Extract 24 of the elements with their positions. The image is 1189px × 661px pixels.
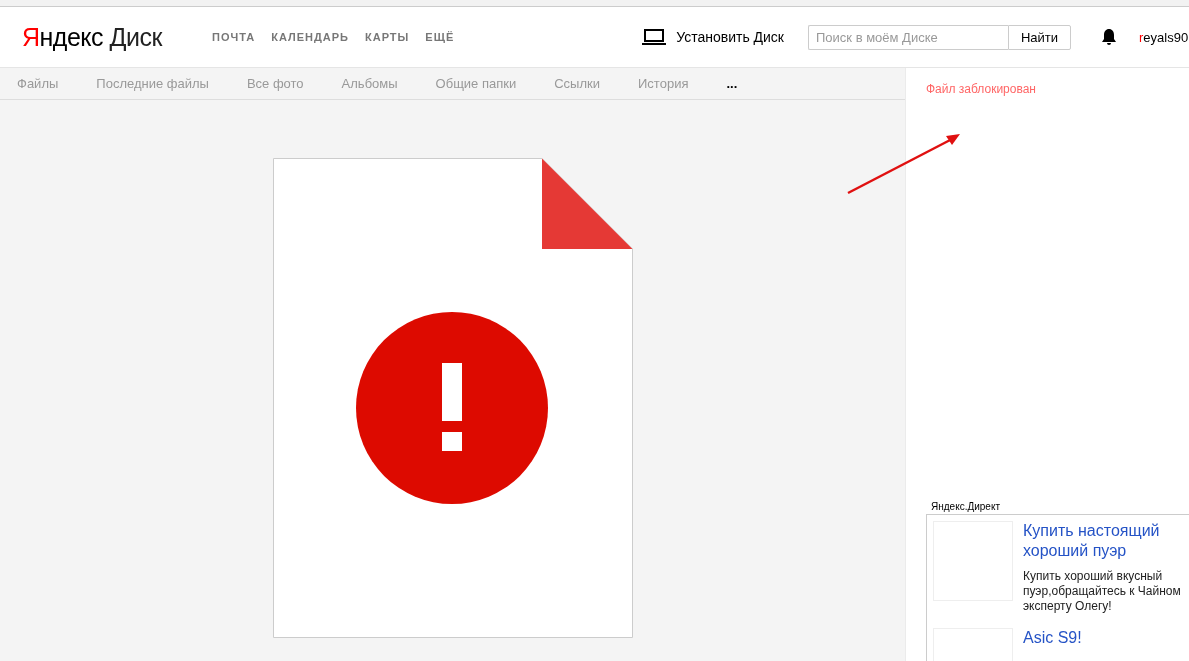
- search-field[interactable]: Поиск в моём Диске: [808, 24, 1008, 50]
- laptop-icon: [642, 29, 667, 45]
- service-link[interactable]: ПОЧТА: [212, 31, 256, 43]
- nav-tab[interactable]: Файлы: [17, 76, 59, 91]
- bell-icon[interactable]: [1101, 28, 1117, 46]
- nav-tab[interactable]: Все фото: [246, 76, 304, 91]
- logo[interactable]: Яндекс Диск: [22, 22, 172, 52]
- install-button[interactable]: Установить Диск: [642, 29, 784, 45]
- nav-tab[interactable]: Ссылки: [554, 76, 600, 91]
- ad-link[interactable]: Купить настоящий хороший пуэр: [1023, 521, 1183, 561]
- nav-tab[interactable]: Общие папки: [435, 76, 517, 91]
- nav-tab[interactable]: Альбомы: [341, 76, 398, 91]
- nav-tab[interactable]: Последние файлы: [96, 76, 209, 91]
- service-link[interactable]: КАЛЕНДАРЬ: [271, 31, 349, 43]
- service-link[interactable]: ЕЩЁ: [425, 31, 455, 43]
- ad-description: Купить хороший вкусный пуэр,обращайтесь к Чайном эксперту Олегу!: [1023, 569, 1182, 614]
- service-link[interactable]: КАРТЫ: [365, 31, 410, 43]
- search-button[interactable]: Найти: [1008, 24, 1071, 50]
- blocked-message: Файл заблокирован: [926, 82, 1037, 96]
- more-tab[interactable]: ...: [726, 76, 738, 91]
- username[interactable]: reyals90: [1139, 29, 1189, 45]
- ad-link[interactable]: Asic S9!: [1023, 628, 1082, 648]
- ads-title: Яндекс.Директ: [930, 501, 1001, 512]
- nav-tab[interactable]: История: [638, 76, 689, 91]
